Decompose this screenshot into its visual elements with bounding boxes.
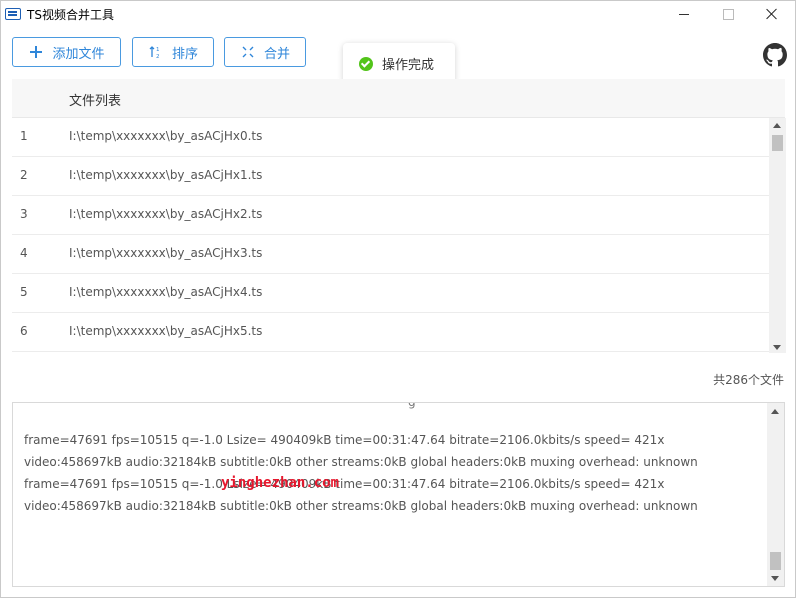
window-title: TS视频合并工具 [27,8,114,22]
scroll-up-arrow-icon[interactable] [773,123,781,128]
row-index: 2 [20,168,28,182]
row-file-path: I:\temp\xxxxxxx\by_asACjHx4.ts [69,285,263,299]
row-file-path: I:\temp\xxxxxxx\by_asACjHx3.ts [69,246,263,260]
log-line: video:458697kB audio:32184kB subtitle:0k… [24,499,698,513]
row-index: 4 [20,246,28,260]
merge-icon [240,44,256,60]
log-clipped-line: g [408,402,416,409]
table-row[interactable]: 6 I:\temp\xxxxxxx\by_asACjHx5.ts [12,313,769,352]
app-icon [5,8,21,20]
log-line: frame=47691 fps=10515 q=-1.0 Lsize= 4904… [24,477,665,491]
file-table: 文件列表 1 I:\temp\xxxxxxx\by_asACjHx0.ts 2 I:… [12,79,786,353]
table-row[interactable]: 1 I:\temp\xxxxxxx\by_asACjHx0.ts [12,118,769,157]
close-button[interactable] [749,1,795,27]
sort-button[interactable]: 12 排序 [132,37,214,67]
success-toast: 操作完成 [343,43,455,84]
table-row[interactable]: 4 I:\temp\xxxxxxx\by_asACjHx3.ts [12,235,769,274]
log-scroll-thumb[interactable] [770,552,781,570]
table-scroll-thumb[interactable] [772,135,783,151]
file-count: 共286个文件 [713,373,784,387]
table-body[interactable]: 1 I:\temp\xxxxxxx\by_asACjHx0.ts 2 I:\temp… [12,118,769,352]
row-file-path: I:\temp\xxxxxxx\by_asACjHx1.ts [69,168,263,182]
title-bar[interactable]: TS视频合并工具 [1,1,795,27]
scroll-up-arrow-icon[interactable] [771,409,779,414]
table-scrollbar[interactable] [769,118,786,353]
row-file-path: I:\temp\xxxxxxx\by_asACjHx0.ts [69,129,263,143]
scroll-down-arrow-icon[interactable] [773,345,781,350]
sort-label: 排序 [171,46,198,62]
svg-text:1: 1 [156,47,160,53]
add-file-button[interactable]: 添加文件 [12,37,121,67]
merge-label: 合并 [263,46,290,62]
check-circle-icon [359,56,373,71]
row-index: 3 [20,207,28,221]
row-index: 6 [20,324,28,338]
table-row[interactable]: 5 I:\temp\xxxxxxx\by_asACjHx4.ts [12,274,769,313]
table-row[interactable]: 3 I:\temp\xxxxxxx\by_asACjHx2.ts [12,196,769,235]
plus-icon [28,44,44,60]
row-index: 5 [20,285,28,299]
log-scrollbar[interactable] [767,403,784,586]
log-line: frame=47691 fps=10515 q=-1.0 Lsize= 4904… [24,433,665,447]
minimize-icon [679,13,689,15]
log-output[interactable]: g frame=47691 fps=10515 q=-1.0 Lsize= 49… [12,402,785,587]
watermark-text: yinghezhan.com [221,475,340,491]
close-icon [766,8,778,20]
row-index: 1 [20,129,28,143]
log-line: video:458697kB audio:32184kB subtitle:0k… [24,455,698,469]
table-header: 文件列表 [12,79,785,118]
svg-text:2: 2 [156,54,160,59]
scroll-down-arrow-icon[interactable] [771,576,779,581]
maximize-icon [722,8,734,20]
row-file-path: I:\temp\xxxxxxx\by_asACjHx5.ts [69,324,263,338]
add-file-label: 添加文件 [52,46,105,62]
table-row[interactable]: 2 I:\temp\xxxxxxx\by_asACjHx1.ts [12,157,769,196]
sort-icon: 12 [148,44,164,60]
file-list-column-header: 文件列表 [69,94,122,109]
maximize-button[interactable] [705,1,751,27]
toast-message: 操作完成 [382,58,435,73]
log-lines: frame=47691 fps=10515 q=-1.0 Lsize= 4904… [24,429,764,517]
row-file-path: I:\temp\xxxxxxx\by_asACjHx2.ts [69,207,263,221]
merge-button[interactable]: 合并 [224,37,306,67]
app-window: TS视频合并工具 添加文件 12 排序 合并 操作完成 文件列表 1 I:\tem… [0,0,796,598]
github-icon[interactable] [763,43,787,67]
minimize-button[interactable] [661,1,707,27]
